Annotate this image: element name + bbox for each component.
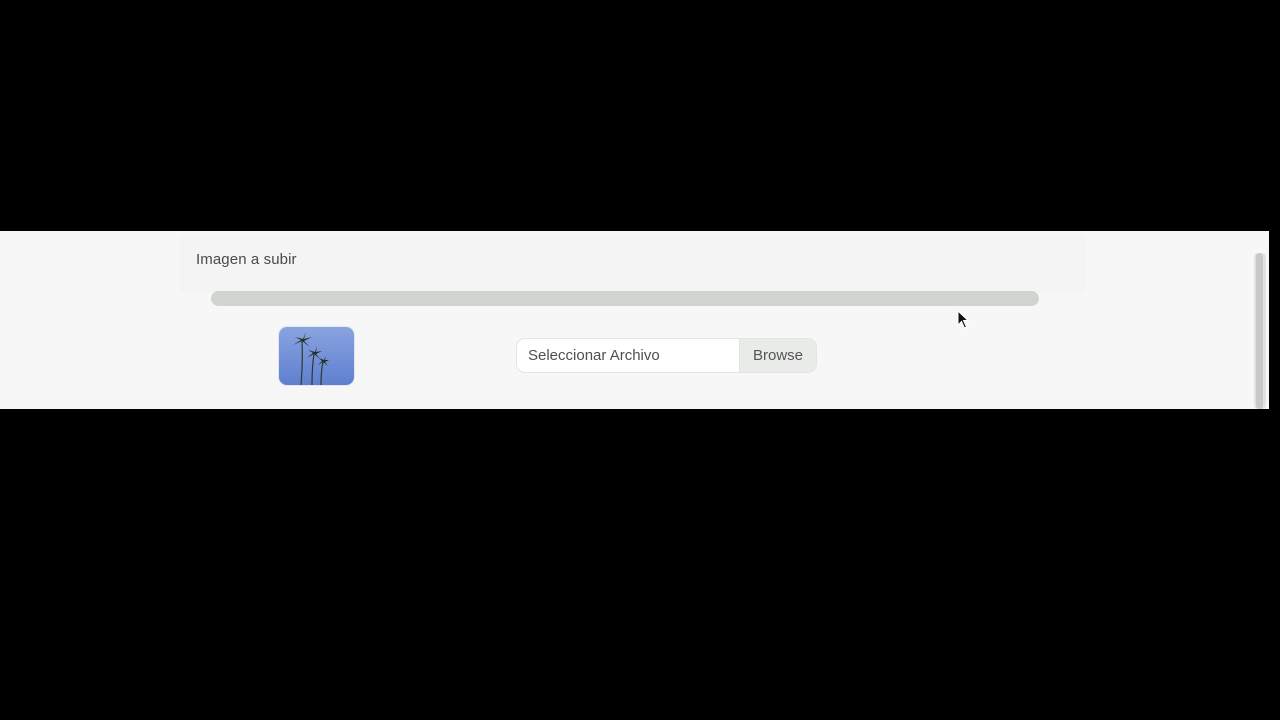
palm-trees-image bbox=[279, 327, 354, 385]
mouse-cursor-icon bbox=[957, 310, 970, 329]
upload-label: Imagen a subir bbox=[196, 251, 297, 268]
page-viewport: Imagen a subir Seleccionar Archivo Brows… bbox=[0, 231, 1269, 409]
scrollbar-thumb[interactable] bbox=[1256, 253, 1263, 409]
browse-button[interactable]: Browse bbox=[739, 339, 816, 372]
vertical-scrollbar[interactable] bbox=[1254, 253, 1266, 409]
upload-progress-fill bbox=[211, 291, 1039, 306]
file-input-placeholder[interactable]: Seleccionar Archivo bbox=[517, 339, 739, 372]
image-thumbnail[interactable] bbox=[279, 327, 354, 385]
upload-card bbox=[180, 233, 1086, 293]
file-input[interactable]: Seleccionar Archivo Browse bbox=[516, 338, 817, 373]
upload-progress-bar bbox=[211, 291, 1039, 306]
